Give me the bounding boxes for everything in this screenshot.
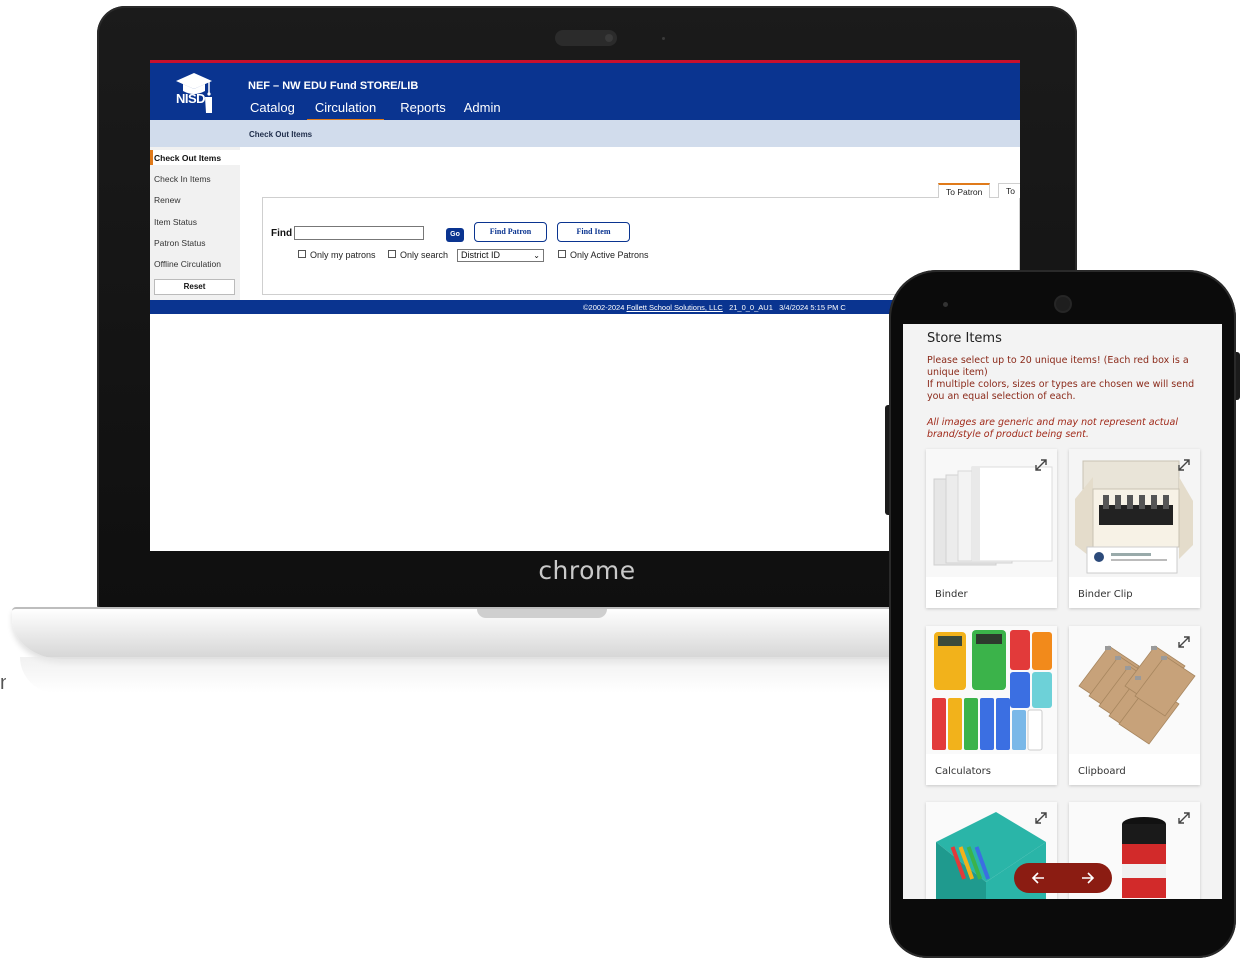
footer-timestamp: 3/4/2024 5:15 PM C — [779, 303, 846, 312]
only-my-patrons-label: Only my patrons — [310, 250, 376, 260]
sidebar-item-patron-status[interactable]: Patron Status — [154, 238, 206, 248]
store-item-binder-clip[interactable]: Binder Clip — [1069, 449, 1200, 608]
expand-icon[interactable] — [1033, 457, 1049, 473]
sidebar-item-check-in-items[interactable]: Check In Items — [154, 174, 211, 184]
reset-button[interactable]: Reset — [154, 279, 235, 295]
store-item-binder[interactable]: Binder — [926, 449, 1057, 608]
laptop-base-reflection — [20, 657, 1040, 693]
footer-company-link[interactable]: Follett School Solutions, LLC — [627, 303, 723, 312]
only-search-checkbox[interactable] — [388, 250, 396, 258]
sidebar-item-renew[interactable]: Renew — [154, 195, 180, 205]
expand-icon[interactable] — [1176, 810, 1192, 826]
only-my-patrons-checkbox[interactable] — [298, 250, 306, 258]
phone-sensor-icon — [943, 302, 948, 307]
find-input[interactable] — [294, 226, 424, 240]
search-field-selected-value: District ID — [461, 250, 500, 260]
phone-screen: Store Items Please select up to 20 uniqu… — [903, 324, 1222, 899]
find-patron-button[interactable]: Find Patron — [474, 222, 547, 242]
footer-version: 21_0_0_AU1 — [729, 303, 773, 312]
nav-catalog[interactable]: Catalog — [248, 97, 297, 122]
nav-reports[interactable]: Reports — [398, 97, 448, 122]
footer-copyright: ©2002-2024 — [583, 303, 625, 312]
store-title: Store Items — [927, 331, 1002, 346]
store-item-label: Binder Clip — [1078, 589, 1133, 600]
page-title: Check Out Items — [249, 130, 313, 139]
only-active-patrons-checkbox[interactable] — [558, 250, 566, 258]
footer-text: ©2002-2024 Follett School Solutions, LLC… — [583, 303, 846, 312]
laptop-hinge-notch — [477, 609, 607, 618]
arrow-right-icon[interactable] — [1078, 869, 1096, 887]
expand-icon[interactable] — [1033, 810, 1049, 826]
store-description-text: Please select up to 20 unique items! (Ea… — [927, 355, 1195, 402]
sidebar-item-offline-circulation[interactable]: Offline Circulation — [154, 259, 221, 269]
sidebar-item-item-status[interactable]: Item Status — [154, 217, 197, 227]
phone-camera-icon — [1056, 297, 1070, 311]
store-item-label: Clipboard — [1078, 766, 1126, 777]
store-description: Please select up to 20 unique items! (Ea… — [927, 355, 1207, 403]
store-item-calculators[interactable]: Calculators — [926, 626, 1057, 785]
expand-icon[interactable] — [1176, 457, 1192, 473]
sidebar-item-check-out-items[interactable]: Check Out Items — [154, 153, 221, 163]
search-field-select[interactable]: District ID ⌄ — [457, 249, 544, 262]
chevron-down-icon: ⌄ — [533, 251, 540, 260]
store-note: All images are generic and may not repre… — [927, 417, 1179, 440]
nav-circulation[interactable]: Circulation — [306, 97, 385, 122]
nisd-logo-text: NISD — [176, 91, 206, 106]
only-search-label: Only search — [400, 250, 449, 260]
only-active-patrons-label: Only Active Patrons — [570, 250, 649, 260]
store-item-label: Calculators — [935, 766, 991, 777]
calculators-image — [926, 626, 1057, 754]
laptop-light-sensor — [662, 37, 665, 40]
tab-to[interactable]: To — [998, 183, 1020, 198]
cropped-edge-glyph: n — [0, 672, 6, 694]
site-name: NEF – NW EDU Fund STORE/LIB — [248, 80, 419, 92]
arrow-left-icon[interactable] — [1030, 869, 1048, 887]
tab-to-patron[interactable]: To Patron — [938, 183, 991, 199]
breadcrumb-bar: Check Out Items — [150, 120, 1020, 147]
app-header: NISD NEF – NW EDU Fund STORE/LIB Catalog… — [150, 63, 1020, 122]
store-item-label: Binder — [935, 589, 968, 600]
go-button[interactable]: Go — [446, 228, 464, 242]
find-label: Find — [271, 228, 293, 239]
laptop-camera-icon — [605, 34, 613, 42]
expand-icon[interactable] — [1176, 634, 1192, 650]
main-nav: Catalog Circulation Reports Admin — [248, 97, 517, 122]
nav-admin[interactable]: Admin — [462, 97, 503, 122]
find-item-button[interactable]: Find Item — [557, 222, 630, 242]
carousel-nav — [1014, 863, 1112, 893]
store-item-clipboard[interactable]: Clipboard — [1069, 626, 1200, 785]
